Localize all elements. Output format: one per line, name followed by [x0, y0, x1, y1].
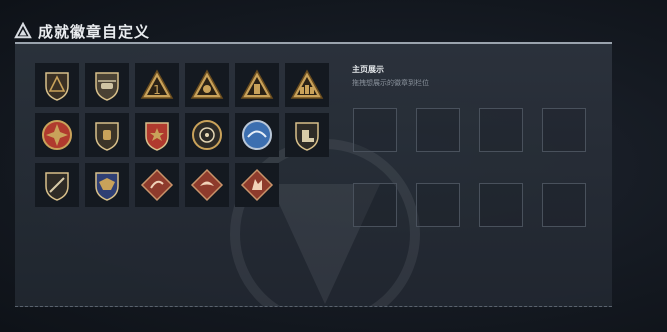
badge-slot[interactable] — [135, 163, 179, 207]
showcase-title: 主页展示 — [352, 65, 384, 74]
boot-shield-badge-icon — [295, 122, 319, 151]
blue-wing-badge-icon — [242, 120, 272, 150]
squad-triangle-badge-icon — [290, 69, 324, 99]
showcase-slot-grid — [353, 108, 586, 227]
badge-slot[interactable] — [85, 113, 129, 157]
showcase-section: 主页展示 拖拽想展示的徽章到栏位 — [352, 64, 602, 88]
rank-one-badge-icon: 1 — [140, 69, 174, 99]
triangle-emblem-icon — [14, 22, 32, 39]
badge-slot[interactable] — [235, 63, 279, 107]
badge-slot[interactable] — [285, 113, 329, 157]
badge-slot[interactable] — [85, 163, 129, 207]
badge-slot[interactable]: 1 — [135, 63, 179, 107]
gold-cross-medal-badge-icon — [42, 120, 72, 150]
showcase-hint: 拖拽想展示的徽章到栏位 — [352, 79, 429, 87]
fist-shield-badge-icon — [95, 122, 119, 151]
showcase-slot[interactable] — [416, 183, 460, 227]
badge-slot[interactable] — [185, 113, 229, 157]
badge-customize-panel: 1 主页展示 拖拽想展示的徽章到栏位 — [15, 42, 612, 307]
target-circle-badge-icon — [192, 120, 222, 150]
wolf-diamond-badge-icon — [240, 168, 274, 202]
badge-slot[interactable] — [285, 63, 329, 107]
eagle-crest-badge-icon — [95, 172, 119, 201]
badge-slot[interactable] — [135, 113, 179, 157]
badge-slot[interactable] — [85, 63, 129, 107]
badge-slot[interactable] — [35, 113, 79, 157]
shield-triangle-badge-icon — [45, 72, 69, 101]
showcase-slot[interactable] — [353, 108, 397, 152]
badge-slot[interactable] — [235, 113, 279, 157]
page-header: 成就徽章自定义 — [14, 20, 150, 42]
showcase-slot[interactable] — [416, 108, 460, 152]
showcase-slot[interactable] — [479, 183, 523, 227]
sniper-shield-badge-icon — [45, 172, 69, 201]
showcase-slot[interactable] — [353, 183, 397, 227]
badge-slot[interactable] — [185, 163, 229, 207]
soldier-triangle-badge-icon — [240, 69, 274, 99]
badge-slot[interactable] — [185, 63, 229, 107]
page-title: 成就徽章自定义 — [38, 22, 151, 41]
showcase-slot[interactable] — [542, 108, 586, 152]
badge-slot[interactable] — [235, 163, 279, 207]
helicopter-badge-icon — [95, 72, 119, 101]
scorpion-diamond-badge-icon — [140, 168, 174, 202]
badge-slot[interactable] — [35, 163, 79, 207]
dragon-diamond-badge-icon — [190, 168, 224, 202]
badge-inventory-grid: 1 — [35, 63, 329, 207]
showcase-slot[interactable] — [479, 108, 523, 152]
star-shield-badge-icon — [145, 122, 169, 151]
svg-text:1: 1 — [153, 83, 161, 97]
skull-triangle-badge-icon — [190, 69, 224, 99]
badge-slot[interactable] — [35, 63, 79, 107]
showcase-slot[interactable] — [542, 183, 586, 227]
